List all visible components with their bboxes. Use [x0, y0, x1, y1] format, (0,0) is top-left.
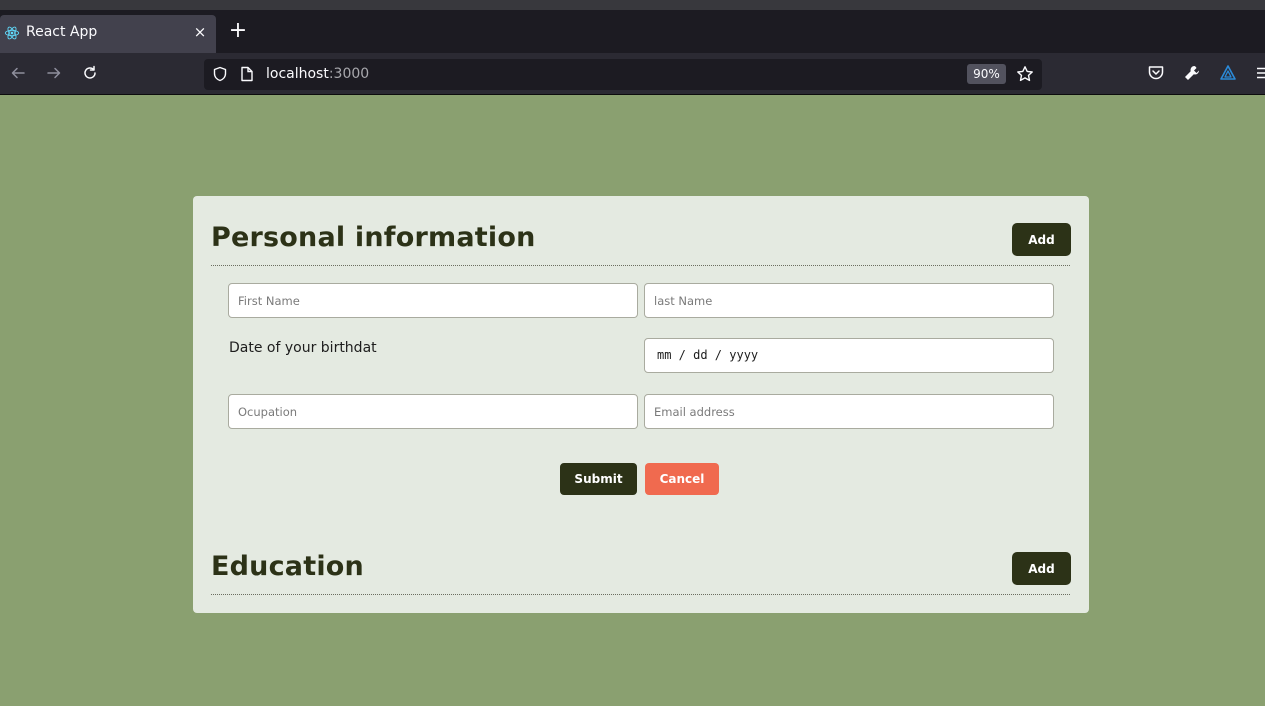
star-icon[interactable] [1016, 65, 1034, 83]
education-title: Education [211, 551, 364, 582]
cancel-button[interactable]: Cancel [645, 463, 719, 495]
url-bar[interactable]: localhost:3000 90% [204, 59, 1042, 90]
navigation-bar: localhost:3000 90% [0, 53, 1265, 95]
last-name-input[interactable] [644, 283, 1054, 318]
email-input[interactable] [644, 394, 1054, 429]
education-add-button[interactable]: Add [1012, 552, 1071, 585]
personal-info-title: Personal information [211, 222, 536, 253]
new-tab-button[interactable]: + [226, 19, 250, 45]
birthdate-label: Date of your birthdat [229, 340, 377, 356]
reload-icon[interactable] [79, 62, 101, 84]
extension-icon[interactable] [1219, 64, 1237, 82]
menu-icon[interactable] [1256, 64, 1265, 82]
tab-title: React App [26, 24, 98, 40]
zoom-level[interactable]: 90% [967, 64, 1006, 84]
react-icon [4, 26, 20, 40]
window-top-strip [0, 0, 1265, 10]
back-arrow-icon[interactable] [7, 62, 29, 84]
birthdate-input[interactable]: mm / dd / yyyy [644, 338, 1054, 373]
tab-react-app[interactable]: React App × [0, 15, 216, 53]
url-port: :3000 [328, 66, 370, 82]
pocket-icon[interactable] [1147, 64, 1165, 82]
submit-button[interactable]: Submit [560, 463, 637, 495]
forward-arrow-icon[interactable] [43, 62, 65, 84]
page-icon[interactable] [240, 66, 254, 82]
first-name-input[interactable] [228, 283, 638, 318]
url-text[interactable]: localhost:3000 [266, 66, 369, 82]
close-icon[interactable]: × [190, 23, 210, 41]
tab-bar: React App × + [0, 10, 1265, 53]
occupation-input[interactable] [228, 394, 638, 429]
wrench-icon[interactable] [1183, 64, 1201, 82]
personal-divider [211, 265, 1070, 266]
shield-icon[interactable] [212, 66, 228, 82]
form-card: Personal information Add Date of your bi… [193, 196, 1089, 613]
url-host: localhost [266, 66, 329, 82]
education-divider [211, 594, 1070, 595]
personal-add-button[interactable]: Add [1012, 223, 1071, 256]
